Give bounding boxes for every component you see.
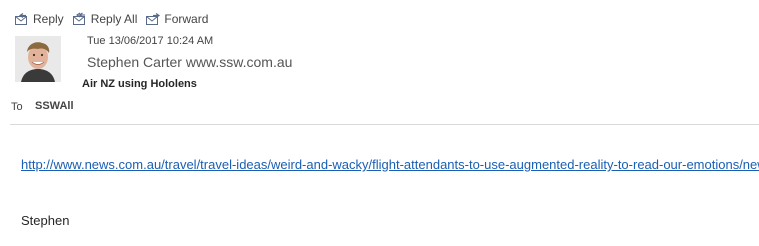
message-date: Tue 13/06/2017 10:24 AM [87,35,214,47]
forward-icon [145,12,164,26]
reply-all-button[interactable]: Reply All [72,12,138,26]
reply-icon [14,12,33,26]
message-toolbar: Reply Reply All Forward [14,8,216,30]
reply-label: Reply [33,12,64,26]
message-subject: Air NZ using Hololens [82,78,197,90]
sender-name[interactable]: Stephen Carter www.ssw.com.au [87,54,292,70]
avatar [15,36,61,82]
to-label: To [11,101,23,113]
forward-label: Forward [164,12,209,26]
reply-all-icon [72,12,91,26]
signature: Stephen [21,213,70,228]
email-reading-pane: Reply Reply All Forward Tue 13/06/2017 1… [0,0,759,246]
reply-button[interactable]: Reply [14,12,64,26]
reply-all-label: Reply All [90,12,138,26]
forward-button[interactable]: Forward [145,12,208,26]
recipient[interactable]: SSWAll [35,100,74,112]
header-divider [10,124,759,125]
article-link[interactable]: http://www.news.com.au/travel/travel-ide… [21,157,759,172]
